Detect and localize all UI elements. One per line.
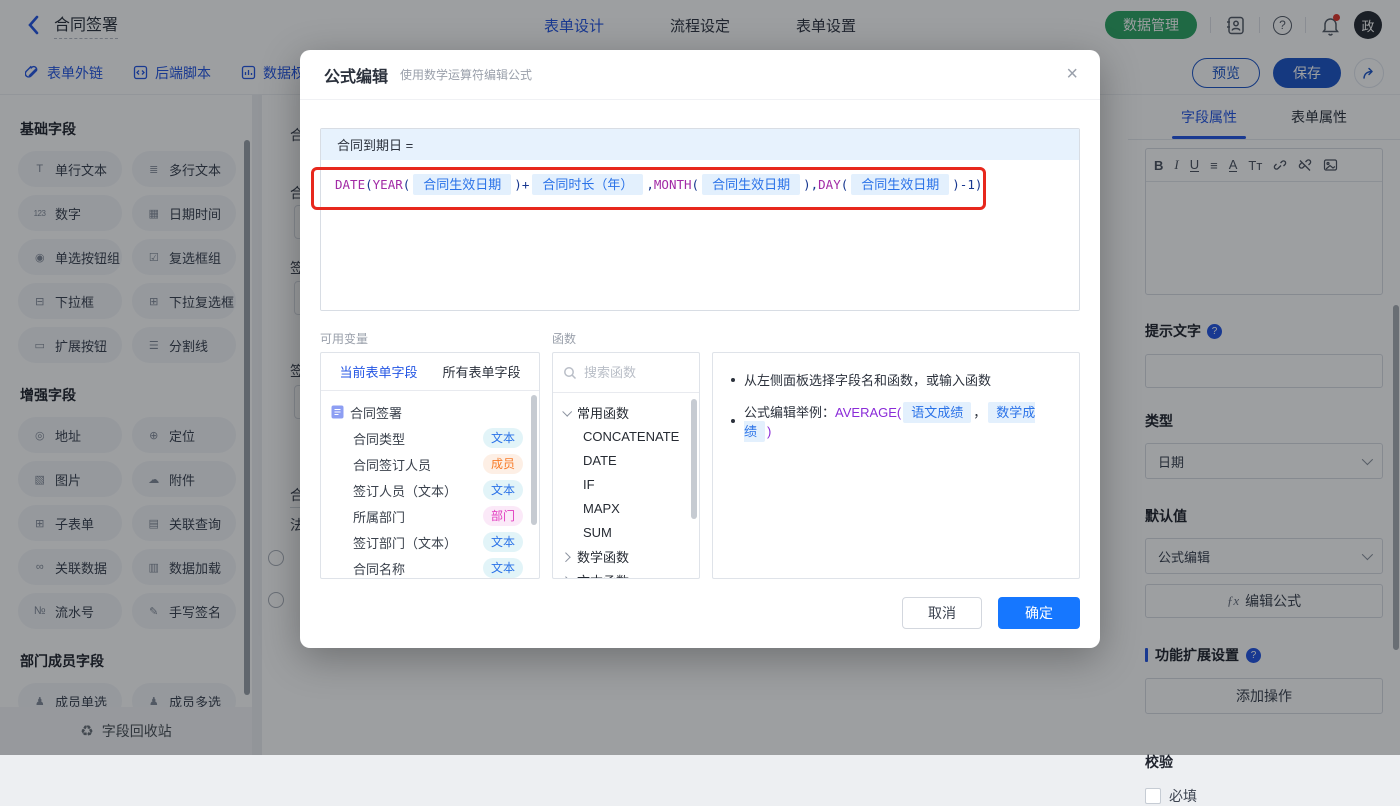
hint-panel: 从左侧面板选择字段名和函数，或输入函数 公式编辑举例：AVERAGE(语文成绩，… bbox=[712, 352, 1080, 579]
hint-line-2: 公式编辑举例：AVERAGE(语文成绩，数学成绩) bbox=[731, 402, 1061, 442]
variable-row[interactable]: 合同名称 文本 bbox=[331, 555, 529, 578]
formula-target: 合同到期日 = bbox=[321, 129, 1079, 160]
field-chip[interactable]: 合同时长（年） bbox=[532, 174, 644, 195]
validation-label: 校验 bbox=[1145, 754, 1173, 770]
tab-all-form-fields[interactable]: 所有表单字段 bbox=[442, 362, 520, 381]
formula-input-area[interactable]: DATE(YEAR(合同生效日期)+ 合同时长（年） ,MONTH(合同生效日期),… bbox=[321, 160, 1079, 310]
variables-scrollbar[interactable] bbox=[531, 395, 537, 525]
tab-current-form-fields[interactable]: 当前表单字段 bbox=[339, 362, 417, 381]
close-icon[interactable]: × bbox=[1066, 64, 1078, 84]
variable-row[interactable]: 所属部门 部门 bbox=[331, 503, 529, 529]
modal-subtitle: 使用数学运算符编辑公式 bbox=[400, 68, 533, 82]
search-icon bbox=[564, 366, 577, 379]
example-chip: 语文成绩 bbox=[903, 402, 972, 423]
function-search[interactable] bbox=[553, 353, 699, 393]
function-item[interactable]: DATE bbox=[563, 448, 689, 472]
type-badge: 部门 bbox=[482, 506, 523, 526]
variable-row[interactable]: 签订人员（文本） 文本 bbox=[331, 477, 529, 503]
field-chip[interactable]: 合同生效日期 bbox=[413, 174, 512, 195]
functions-label: 函数 bbox=[552, 332, 577, 346]
functions-scrollbar[interactable] bbox=[691, 399, 697, 519]
function-group-math[interactable]: 数学函数 bbox=[560, 544, 689, 568]
type-badge: 文本 bbox=[482, 558, 523, 578]
function-item[interactable]: MAPX bbox=[563, 496, 689, 520]
variables-panel: 当前表单字段 所有表单字段 合同签署 合同类型 文本 合同签订人员 成员 签订人员（… bbox=[320, 352, 540, 579]
formula-box: 合同到期日 = DATE(YEAR(合同生效日期)+ 合同时长（年） ,MONTH(… bbox=[320, 128, 1080, 311]
variables-label: 可用变量 bbox=[320, 332, 369, 346]
function-search-input[interactable] bbox=[584, 365, 684, 380]
required-label: 必填 bbox=[1169, 788, 1197, 804]
type-badge: 文本 bbox=[482, 480, 523, 500]
confirm-button[interactable]: 确定 bbox=[998, 597, 1080, 629]
function-group-text[interactable]: 文本函数 bbox=[560, 568, 689, 578]
variable-row[interactable]: 合同类型 文本 bbox=[331, 425, 529, 451]
type-badge: 成员 bbox=[482, 454, 523, 474]
document-icon bbox=[331, 405, 344, 419]
function-item[interactable]: CONCATENATE bbox=[563, 424, 689, 448]
required-checkbox[interactable] bbox=[1145, 788, 1161, 804]
functions-panel: 常用函数 CONCATENATE DATE IF MAPX SUM 数学函数 文… bbox=[552, 352, 700, 579]
modal-title: 公式编辑 bbox=[324, 68, 389, 86]
bullet bbox=[731, 419, 735, 423]
type-badge: 文本 bbox=[482, 428, 523, 448]
variable-row[interactable]: 合同签订人员 成员 bbox=[331, 451, 529, 477]
bullet bbox=[731, 377, 735, 382]
cancel-button[interactable]: 取消 bbox=[902, 597, 982, 629]
hint-line-1: 从左侧面板选择字段名和函数，或输入函数 bbox=[731, 370, 1061, 389]
type-badge: 文本 bbox=[482, 532, 523, 552]
chevron-right-icon bbox=[560, 551, 571, 562]
function-item[interactable]: SUM bbox=[563, 520, 689, 544]
chevron-right-icon bbox=[560, 575, 571, 578]
function-group-common[interactable]: 常用函数 bbox=[562, 400, 689, 424]
variable-row[interactable]: 签订部门（文本） 文本 bbox=[331, 529, 529, 555]
formula-editor-modal: 公式编辑 使用数学运算符编辑公式 × 合同到期日 = DATE(YEAR(合同生… bbox=[300, 50, 1100, 648]
function-item[interactable]: IF bbox=[563, 472, 689, 496]
formula-expression: DATE(YEAR(合同生效日期)+ 合同时长（年） ,MONTH(合同生效日期),… bbox=[335, 172, 1065, 198]
field-chip[interactable]: 合同生效日期 bbox=[851, 174, 950, 195]
field-chip[interactable]: 合同生效日期 bbox=[702, 174, 801, 195]
required-row: 必填 bbox=[1145, 786, 1383, 806]
form-root-node[interactable]: 合同签署 bbox=[331, 399, 529, 425]
chevron-down-icon bbox=[562, 406, 573, 417]
